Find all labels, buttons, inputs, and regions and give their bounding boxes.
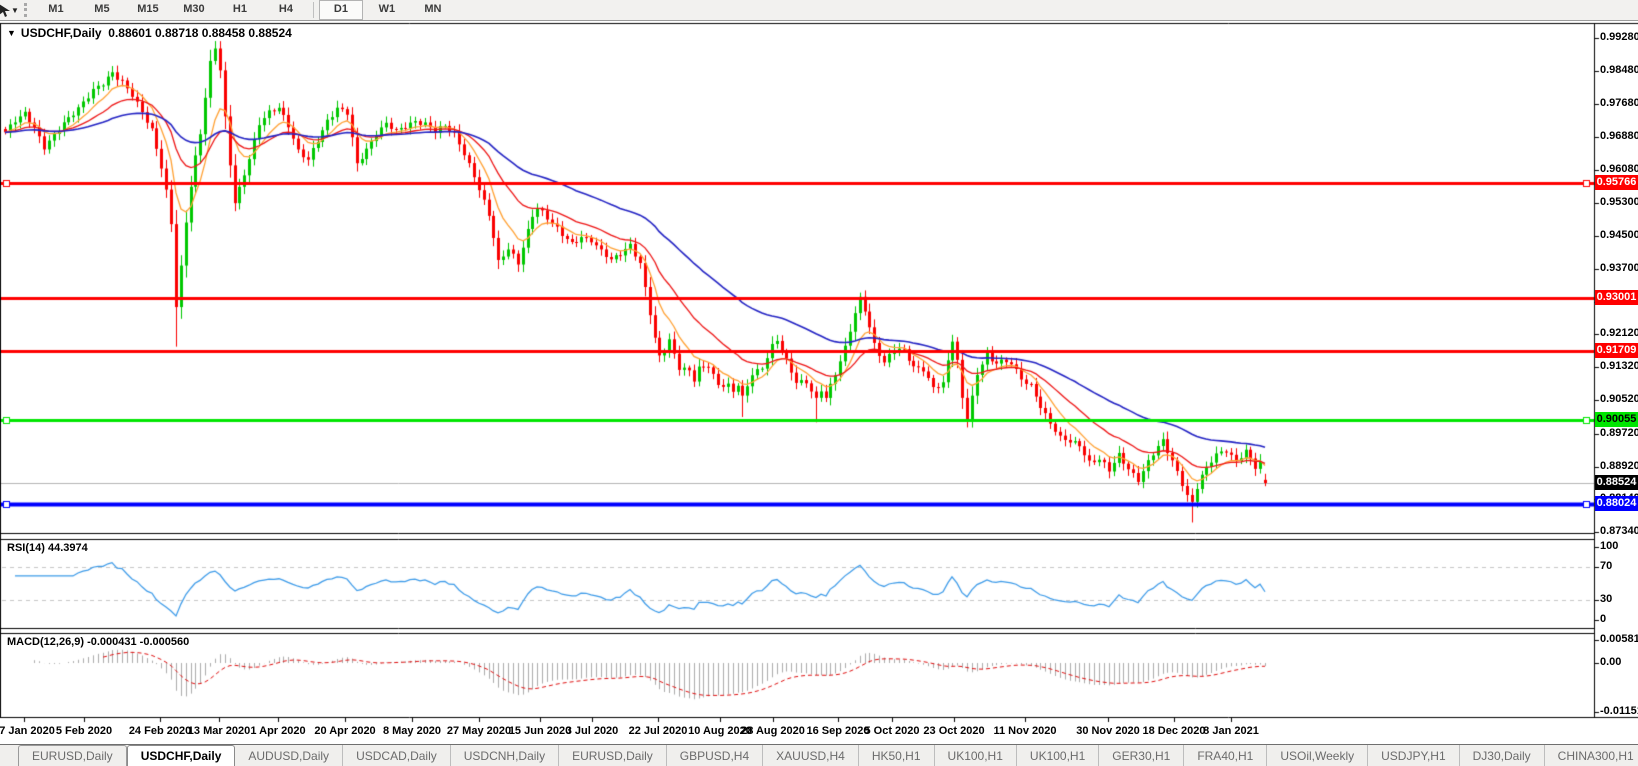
- timeframe-button-m30[interactable]: M30: [172, 0, 216, 20]
- price-line-badge: 0.91709: [1595, 343, 1638, 359]
- chart-tabbar: EURUSD,Daily USDCHF,Daily AUDUSD,Daily USDC…: [0, 744, 1638, 766]
- date-axis-label: 1 Apr 2020: [250, 725, 306, 737]
- chart-tool-icon[interactable]: [0, 2, 10, 18]
- date-axis-label: 30 Nov 2020: [1076, 725, 1140, 737]
- price-axis-tick: 0.91320: [1600, 360, 1638, 373]
- chart-tab-eurusd-daily[interactable]: EURUSD,Daily: [559, 745, 667, 766]
- chart-tab-fra40-h1[interactable]: FRA40,H1: [1184, 745, 1268, 766]
- mt4-terminal: { "toolbar": { "timeframes": [ {"label":…: [0, 0, 1638, 766]
- price-axis-tick: 0.97680: [1600, 97, 1638, 110]
- timeframe-button-mn[interactable]: MN: [411, 0, 455, 20]
- chart-tab-dj30-daily[interactable]: DJ30,Daily: [1460, 745, 1545, 766]
- chart-tab-china300-h1[interactable]: CHINA300,H1: [1545, 745, 1638, 766]
- toolbar-divider: [312, 2, 314, 18]
- date-axis-label: 11 Nov 2020: [993, 725, 1057, 737]
- chart-tab-audusd-daily[interactable]: AUDUSD,Daily: [235, 745, 344, 766]
- price-axis-tick: 0.92120: [1600, 327, 1638, 340]
- timeframe-button-w1[interactable]: W1: [365, 0, 409, 20]
- date-axis-label: 5 Feb 2020: [55, 725, 113, 737]
- date-axis-label: 28 Aug 2020: [741, 725, 805, 737]
- rsi-axis-tick: 70: [1600, 560, 1613, 572]
- price-axis-tick: 0.88920: [1600, 459, 1638, 472]
- chart-tab-usdcad-daily[interactable]: USDCAD,Daily: [343, 745, 451, 766]
- macd-axis-tick: 0.005818: [1600, 633, 1638, 645]
- chart-tab-usdjpy-h1[interactable]: USDJPY,H1: [1368, 745, 1460, 766]
- chart-tab-eurusd-daily[interactable]: EURUSD,Daily: [18, 745, 127, 766]
- price-axis-tick: 0.87340: [1600, 525, 1638, 537]
- timeframe-button-m5[interactable]: M5: [80, 0, 124, 20]
- macd-axis-tick: 0.00: [1600, 656, 1622, 668]
- price-line-badge: 0.95766: [1595, 175, 1638, 191]
- date-axis-label: 17 Jan 2020: [0, 725, 55, 737]
- date-axis-label: 16 Sep 2020: [806, 725, 870, 737]
- timeframe-button-h1[interactable]: H1: [218, 0, 262, 20]
- price-axis-tick: 0.99280: [1600, 31, 1638, 43]
- price-axis-tick: 0.96880: [1600, 130, 1638, 143]
- chart-tab-xauusd-h4[interactable]: XAUUSD,H4: [763, 745, 859, 766]
- chart-tab-usdcnh-daily[interactable]: USDCNH,Daily: [451, 745, 560, 766]
- macd-axis-tick: -0.011514: [1600, 705, 1638, 717]
- chart-tab-ger30-h1[interactable]: GER30,H1: [1099, 745, 1185, 766]
- current-price-badge: 0.88524: [1595, 475, 1638, 490]
- price-line-badge: 0.93001: [1595, 289, 1638, 305]
- tool-dropdown-icon[interactable]: ▼: [11, 6, 19, 15]
- price-line-badge: 0.90055: [1595, 411, 1638, 427]
- chart-tab-gbpusd-h4[interactable]: GBPUSD,H4: [667, 745, 764, 766]
- price-line-badge: 0.88024: [1595, 495, 1638, 511]
- chart-symbol-label: USDCHF,Daily: [20, 26, 102, 40]
- price-axis-tick: 0.90520: [1600, 393, 1638, 406]
- chart-tab-hk50-h1[interactable]: HK50,H1: [859, 745, 935, 766]
- timeframe-button-m15[interactable]: M15: [126, 0, 170, 20]
- toolbar-grip[interactable]: [23, 3, 27, 17]
- date-axis-label: 22 Jul 2020: [628, 725, 688, 737]
- price-axis-tick: 0.98480: [1600, 64, 1638, 77]
- date-axis-label: 13 Mar 2020: [187, 725, 251, 737]
- date-axis-label: 20 Apr 2020: [314, 725, 376, 737]
- price-axis-tick: 0.95300: [1600, 195, 1638, 208]
- price-axis-tick: 0.89720: [1600, 426, 1638, 439]
- date-axis-label: 23 Oct 2020: [923, 725, 985, 737]
- timeframe-button-m1[interactable]: M1: [34, 0, 78, 20]
- rsi-axis-tick: 100: [1600, 540, 1619, 552]
- date-axis-label: 8 Jan 2021: [1203, 725, 1259, 737]
- date-axis-label: 27 May 2020: [446, 725, 512, 737]
- date-axis-label: 18 Dec 2020: [1142, 725, 1206, 737]
- rsi-indicator-label: RSI(14) 44.3974: [7, 542, 88, 554]
- date-axis-label: 15 Jun 2020: [508, 725, 572, 737]
- macd-indicator-label: MACD(12,26,9) -0.000431 -0.000560: [7, 636, 190, 648]
- rsi-axis-tick: 30: [1600, 593, 1613, 605]
- chart-title: ▼ USDCHF,Daily 0.88601 0.88718 0.88458 0.…: [7, 26, 292, 40]
- chart-ohlc-values: 0.88601 0.88718 0.88458 0.88524: [108, 26, 292, 40]
- chart-tab-uk100-h1[interactable]: UK100,H1: [1017, 745, 1100, 766]
- date-axis-label: 8 May 2020: [382, 725, 442, 737]
- date-axis-label: 5 Oct 2020: [864, 725, 920, 737]
- date-axis-label: 3 Jul 2020: [565, 725, 619, 737]
- chart-tab-uk100-h1[interactable]: UK100,H1: [935, 745, 1017, 766]
- rsi-axis-tick: 0: [1600, 613, 1607, 625]
- timeframe-toolbar: ▼ M1 M5 M15 M30 H1 H4 D1 W1 MN: [0, 0, 1638, 21]
- timeframe-button-d1[interactable]: D1: [318, 0, 363, 20]
- chart-tab-usoil-weekly[interactable]: USOil,Weekly: [1267, 745, 1369, 766]
- price-axis-tick: 0.93700: [1600, 261, 1638, 274]
- price-axis-tick: 0.96080: [1600, 163, 1638, 176]
- chart-tab-usdchf-daily[interactable]: USDCHF,Daily: [126, 745, 236, 766]
- date-axis-label: 24 Feb 2020: [128, 725, 192, 737]
- chart-dropdown-icon[interactable]: ▼: [7, 28, 16, 38]
- chart-canvas[interactable]: [0, 0, 1638, 766]
- timeframe-button-h4[interactable]: H4: [264, 0, 308, 20]
- price-axis-tick: 0.94500: [1600, 228, 1638, 241]
